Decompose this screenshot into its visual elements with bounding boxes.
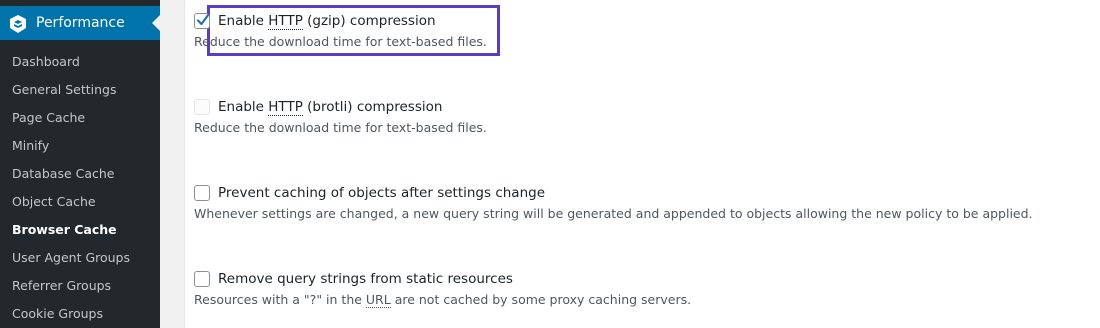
http-abbr: HTTP bbox=[268, 99, 303, 116]
prevent-caching-description: Whenever settings are changed, a new que… bbox=[194, 206, 1033, 221]
admin-sidebar: Performance Dashboard General Settings P… bbox=[0, 0, 160, 328]
submenu-item-database-cache[interactable]: Database Cache bbox=[0, 164, 160, 192]
brotli-compression-label: Enable HTTP (brotli) compression bbox=[218, 99, 443, 116]
url-abbr: URL bbox=[365, 292, 391, 308]
w3-total-cache-icon bbox=[10, 15, 26, 33]
main-content: Enable HTTP (gzip) compression Reduce th… bbox=[160, 0, 1100, 328]
menu-performance-label: Performance bbox=[36, 15, 125, 31]
gzip-compression-label[interactable]: Enable HTTP (gzip) compression bbox=[218, 13, 436, 30]
submenu-item-user-agent-groups[interactable]: User Agent Groups bbox=[0, 248, 160, 276]
gzip-compression-description: Reduce the download time for text-based … bbox=[194, 34, 487, 49]
submenu-item-dashboard[interactable]: Dashboard bbox=[0, 52, 160, 80]
option-gzip-compression: Enable HTTP (gzip) compression Reduce th… bbox=[194, 11, 487, 49]
submenu-item-object-cache[interactable]: Object Cache bbox=[0, 192, 160, 220]
gzip-compression-checkbox[interactable] bbox=[194, 13, 210, 29]
option-remove-query-strings: Remove query strings from static resourc… bbox=[194, 269, 692, 308]
brotli-compression-description: Reduce the download time for text-based … bbox=[194, 120, 487, 135]
remove-query-strings-description: Resources with a "?" in the URL are not … bbox=[194, 292, 692, 308]
remove-query-strings-label[interactable]: Remove query strings from static resourc… bbox=[218, 271, 513, 287]
brotli-compression-checkbox bbox=[194, 99, 210, 115]
option-brotli-compression: Enable HTTP (brotli) compression Reduce … bbox=[194, 97, 487, 135]
http-abbr: HTTP bbox=[268, 13, 303, 30]
prevent-caching-label[interactable]: Prevent caching of objects after setting… bbox=[218, 185, 545, 201]
settings-panel: Enable HTTP (gzip) compression Reduce th… bbox=[184, 0, 1100, 328]
submenu-item-general-settings[interactable]: General Settings bbox=[0, 80, 160, 108]
checkmark-icon bbox=[196, 13, 210, 26]
submenu-item-minify[interactable]: Minify bbox=[0, 136, 160, 164]
remove-query-strings-checkbox[interactable] bbox=[194, 271, 210, 287]
submenu-item-cookie-groups[interactable]: Cookie Groups bbox=[0, 304, 160, 328]
menu-performance[interactable]: Performance bbox=[0, 6, 160, 40]
submenu-item-page-cache[interactable]: Page Cache bbox=[0, 108, 160, 136]
submenu-item-referrer-groups[interactable]: Referrer Groups bbox=[0, 276, 160, 304]
option-prevent-caching: Prevent caching of objects after setting… bbox=[194, 183, 1033, 221]
prevent-caching-checkbox[interactable] bbox=[194, 185, 210, 201]
performance-submenu: Dashboard General Settings Page Cache Mi… bbox=[0, 52, 160, 328]
submenu-item-browser-cache[interactable]: Browser Cache bbox=[0, 220, 160, 248]
